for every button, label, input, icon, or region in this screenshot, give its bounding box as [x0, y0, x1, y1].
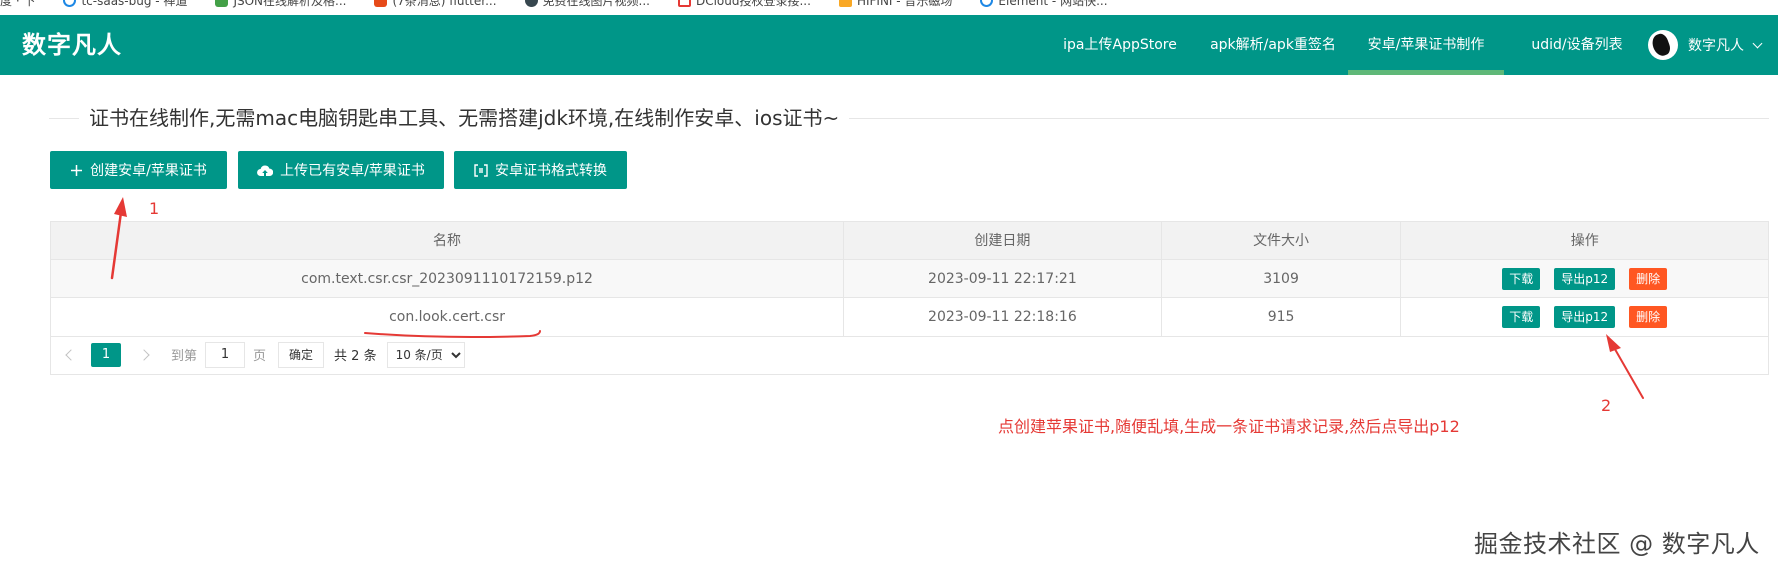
file-size: 915: [1162, 298, 1402, 336]
bookmark-item[interactable]: 免费在线图片视频...: [524, 0, 650, 8]
goto-confirm-button[interactable]: 确定: [278, 341, 325, 368]
export-p12-button[interactable]: 导出p12: [1554, 306, 1616, 328]
music-icon: [838, 0, 852, 7]
zentao-icon: [63, 0, 77, 7]
json-icon: [215, 0, 229, 7]
bookmark-item[interactable]: HIFINI - 音乐磁场: [838, 0, 953, 8]
cert-name: con.look.cert.csr: [51, 298, 845, 336]
convert-icon: [474, 163, 488, 177]
bookmark-label: HIFINI - 音乐磁场: [856, 0, 953, 8]
goto-label: 到第: [171, 349, 198, 364]
bookmark-item[interactable]: Element - 网站快...: [980, 0, 1108, 8]
row-actions: 下载 导出p12 删除: [1401, 260, 1768, 298]
user-menu[interactable]: 数字凡人: [1648, 15, 1763, 75]
page-number-current[interactable]: 1: [91, 342, 121, 367]
convert-cert-button[interactable]: 安卓证书格式转换: [454, 151, 627, 189]
create-cert-button[interactable]: 创建安卓/苹果证书: [50, 151, 227, 189]
annotation-marker-1: 1: [149, 199, 160, 218]
bookmark-item[interactable]: 度 · 下: [0, 0, 35, 8]
element-icon: [980, 0, 994, 7]
nav-cert-create[interactable]: 安卓/苹果证书制作: [1348, 15, 1504, 75]
bookmark-item[interactable]: (7条消息) flutter...: [374, 0, 497, 8]
download-button[interactable]: 下载: [1502, 306, 1541, 328]
bookmark-label: JSON在线解析及格...: [233, 0, 347, 8]
csdn-icon: [374, 0, 388, 7]
section-title-bar: 证书在线制作,无需mac电脑钥匙串工具、无需搭建jdk环境,在线制作安卓、ios…: [49, 103, 1769, 133]
bookmark-item[interactable]: JSON在线解析及格...: [215, 0, 346, 8]
annotation-note: 点创建苹果证书,随便乱填,生成一条证书请求记录,然后点导出p12: [998, 417, 1460, 436]
button-label: 上传已有安卓/苹果证书: [280, 163, 425, 179]
table-header-row: 名称 创建日期 文件大小 操作: [51, 222, 1768, 260]
watermark: 掘金技术社区 @ 数字凡人: [1474, 530, 1760, 558]
bookmark-label: 免费在线图片视频...: [542, 0, 650, 8]
cloud-upload-icon: [257, 165, 274, 177]
section-title: 证书在线制作,无需mac电脑钥匙串工具、无需搭建jdk环境,在线制作安卓、ios…: [79, 103, 850, 133]
goto-page-input[interactable]: [205, 341, 246, 368]
top-header: 数字凡人 ipa上传AppStore apk解析/apk重签名 安卓/苹果证书制…: [0, 15, 1778, 75]
tool-icon: [524, 0, 538, 7]
page-unit-label: 页: [253, 349, 267, 364]
button-label: 安卓证书格式转换: [495, 163, 607, 179]
bookmark-item[interactable]: tc-saas-bug - 禅道: [63, 0, 187, 8]
row-actions: 下载 导出p12 删除: [1401, 298, 1768, 336]
page-size-select[interactable]: 10 条/页: [386, 341, 465, 368]
upload-cert-button[interactable]: 上传已有安卓/苹果证书: [238, 151, 444, 189]
dcloud-icon: [677, 0, 691, 7]
export-p12-button[interactable]: 导出p12: [1554, 268, 1616, 290]
annotation-marker-2: 2: [1601, 396, 1612, 415]
bookmarks-bar: 度 · 下 tc-saas-bug - 禅道 JSON在线解析及格... (7条…: [0, 0, 1778, 8]
bookmark-item[interactable]: DCloud授权登录接...: [677, 0, 811, 8]
annotation-arrowhead-1: [114, 197, 127, 217]
button-label: 创建安卓/苹果证书: [90, 163, 207, 179]
user-name: 数字凡人: [1688, 38, 1744, 54]
chevron-left-icon[interactable]: [63, 348, 77, 362]
chevron-down-icon: [1752, 38, 1763, 48]
column-header: 操作: [1570, 233, 1599, 249]
created-date: 2023-09-11 22:17:21: [844, 260, 1162, 298]
bookmark-label: Element - 网站快...: [998, 0, 1108, 8]
nav-apk-resign[interactable]: apk解析/apk重签名: [1198, 15, 1348, 75]
delete-button[interactable]: 删除: [1629, 268, 1668, 290]
plus-icon: [71, 164, 83, 176]
column-header[interactable]: 文件大小: [1162, 222, 1402, 260]
delete-button[interactable]: 删除: [1629, 306, 1668, 328]
column-header[interactable]: 创建日期: [844, 222, 1162, 260]
cert-name: com.text.csr.csr_2023091110172159.p12: [51, 260, 845, 298]
bookmark-label: tc-saas-bug - 禅道: [81, 0, 188, 8]
table-row: con.look.cert.csr 2023-09-11 22:18:16 91…: [51, 298, 1768, 336]
nav-udid-devices[interactable]: udid/设备列表: [1512, 15, 1642, 75]
cert-table: 名称 创建日期 文件大小 操作 com.text.csr.csr_2023091…: [50, 221, 1769, 337]
chevron-right-icon[interactable]: [139, 348, 153, 362]
table-row: com.text.csr.csr_2023091110172159.p12 20…: [51, 260, 1768, 298]
bookmark-label: (7条消息) flutter...: [392, 0, 497, 8]
avatar: [1648, 30, 1678, 60]
nav-ipa-upload[interactable]: ipa上传AppStore: [1050, 15, 1190, 75]
download-button[interactable]: 下载: [1502, 268, 1541, 290]
column-header[interactable]: 名称: [51, 222, 845, 260]
total-count: 共 2 条: [334, 349, 377, 364]
created-date: 2023-09-11 22:18:16: [844, 298, 1162, 336]
pagination: 1 到第 页 确定 共 2 条 10 条/页: [50, 335, 1769, 375]
file-size: 3109: [1162, 260, 1402, 298]
page-root: 度 · 下 tc-saas-bug - 禅道 JSON在线解析及格... (7条…: [0, 0, 1778, 573]
divider: [49, 118, 79, 119]
bookmark-label: 度 · 下: [0, 0, 36, 8]
site-logo[interactable]: 数字凡人: [22, 15, 122, 75]
bookmark-label: DCloud授权登录接...: [695, 0, 811, 8]
